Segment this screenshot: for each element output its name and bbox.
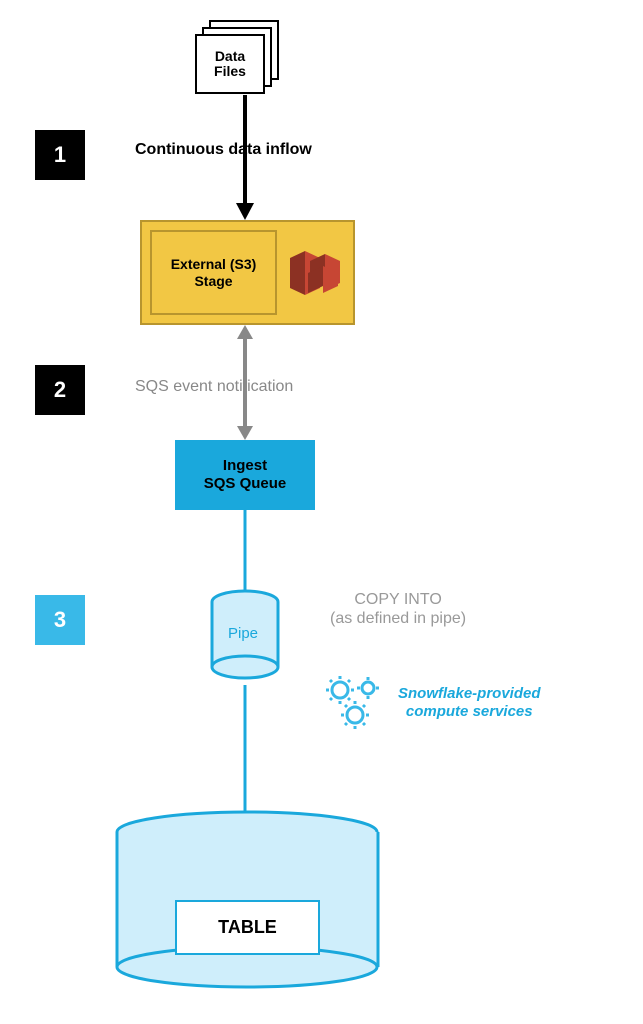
s3-bucket-icon	[285, 243, 345, 303]
copy-into-label: COPY INTO (as defined in pipe)	[330, 590, 466, 628]
step-number-2: 2	[54, 377, 66, 403]
compute-services-block: Snowflake-provided compute services	[320, 670, 541, 735]
inflow-label: Continuous data inflow	[135, 141, 312, 159]
data-files-node: Data Files	[195, 20, 285, 95]
compute-services-label: Snowflake-provided compute services	[398, 685, 541, 721]
line-sqs-to-pipe	[238, 510, 252, 600]
file-page-front: Data Files	[195, 34, 265, 94]
table-node: TABLE	[175, 900, 320, 955]
arrow-datafiles-to-s3	[230, 95, 260, 225]
pipe-label: Pipe	[228, 625, 258, 642]
step-number-3: 3	[54, 607, 66, 633]
table-label: TABLE	[218, 917, 277, 938]
sqs-queue-node: Ingest SQS Queue	[175, 440, 315, 510]
copy-into-line1: COPY INTO	[330, 590, 466, 609]
sqs-event-label: SQS event notification	[135, 378, 293, 396]
diagram-canvas: 1 2 3 Data Files Continuous data inflow …	[0, 0, 643, 1024]
s3-stage-inner: External (S3) Stage	[150, 230, 277, 315]
step-marker-3: 3	[35, 595, 85, 645]
copy-into-line2: (as defined in pipe)	[330, 609, 466, 628]
step-marker-2: 2	[35, 365, 85, 415]
data-files-label: Data Files	[214, 49, 246, 80]
step-number-1: 1	[54, 142, 66, 168]
sqs-queue-label: Ingest SQS Queue	[204, 457, 287, 493]
s3-stage-node: External (S3) Stage	[140, 220, 355, 325]
gears-icon	[320, 670, 390, 735]
s3-stage-label: External (S3) Stage	[171, 256, 257, 290]
step-marker-1: 1	[35, 130, 85, 180]
